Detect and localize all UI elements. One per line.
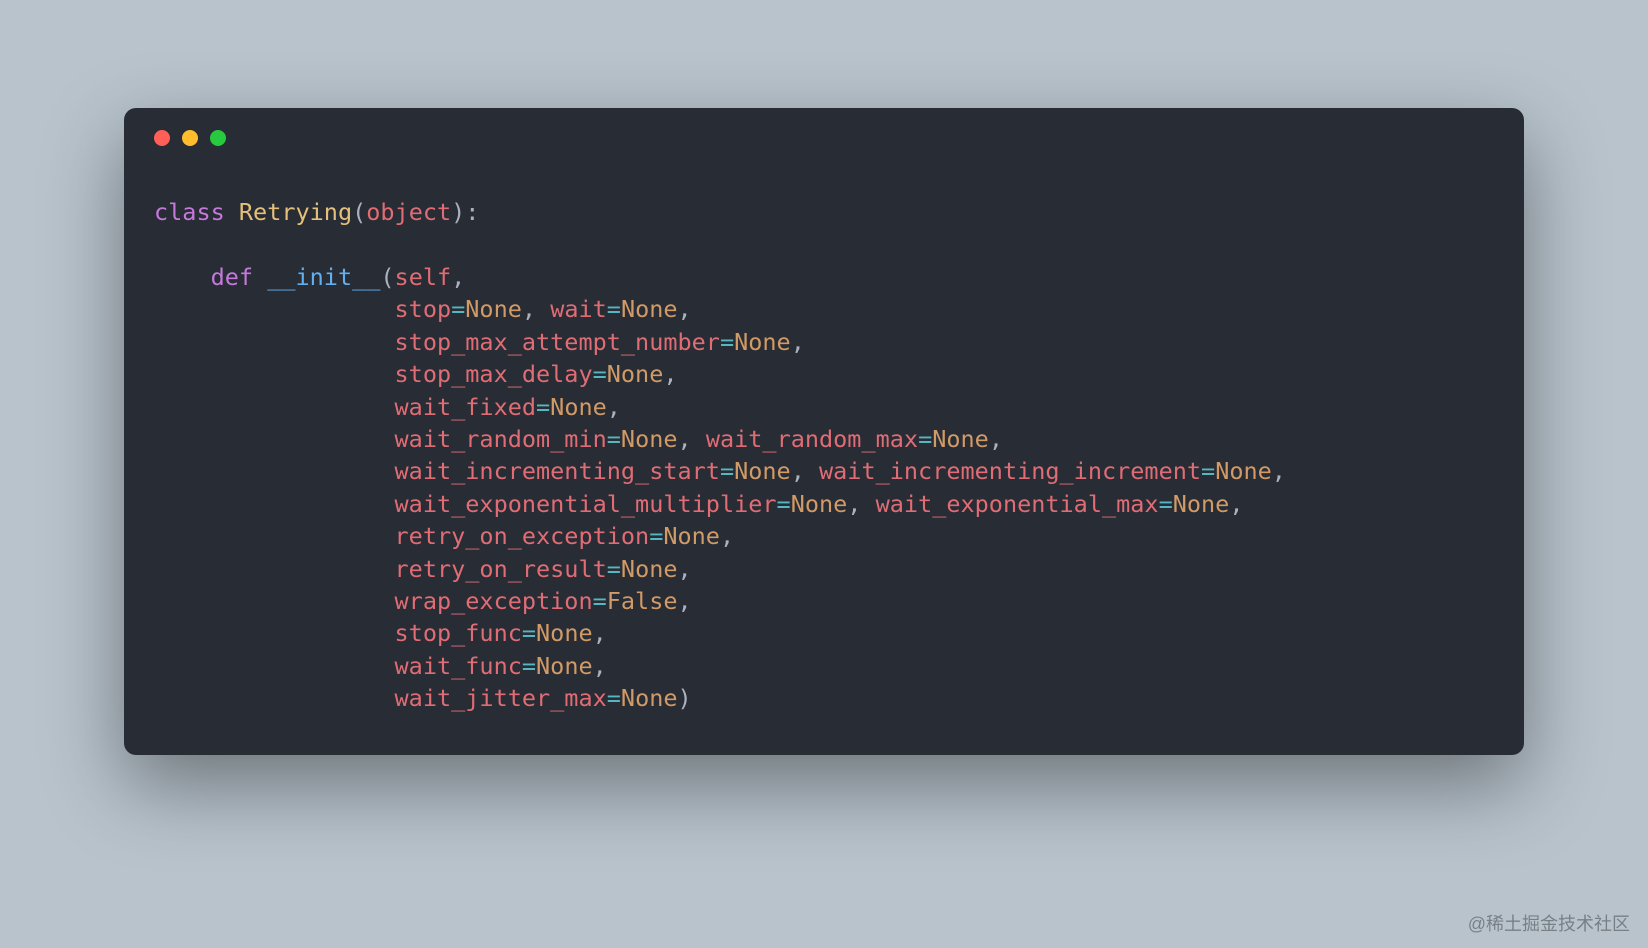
comma: ,	[678, 587, 692, 615]
comma: ,	[663, 360, 677, 388]
comma: ,	[1272, 457, 1286, 485]
comma: ,	[791, 457, 805, 485]
minimize-icon[interactable]	[182, 130, 198, 146]
watermark: @稀土掘金技术社区	[1468, 910, 1630, 936]
eq: =	[522, 619, 536, 647]
class-name: Retrying	[239, 198, 352, 226]
param-retry-on-exception: retry_on_exception	[395, 522, 650, 550]
maximize-icon[interactable]	[210, 130, 226, 146]
param-wait-jitter-max: wait_jitter_max	[395, 684, 607, 712]
eq: =	[593, 360, 607, 388]
comma: ,	[678, 425, 692, 453]
param-wait-fixed: wait_fixed	[395, 393, 536, 421]
close-icon[interactable]	[154, 130, 170, 146]
param-wait: wait	[550, 295, 607, 323]
none-literal: None	[1215, 457, 1272, 485]
comma: ,	[720, 522, 734, 550]
comma: ,	[678, 555, 692, 583]
param-self: self	[395, 263, 452, 291]
eq: =	[536, 393, 550, 421]
eq: =	[777, 490, 791, 518]
paren-close: )	[678, 684, 692, 712]
eq: =	[720, 328, 734, 356]
param-wait-incrementing-increment: wait_incrementing_increment	[819, 457, 1201, 485]
none-literal: None	[621, 295, 678, 323]
param-wait-random-min: wait_random_min	[395, 425, 607, 453]
none-literal: None	[621, 555, 678, 583]
eq: =	[522, 652, 536, 680]
comma: ,	[791, 328, 805, 356]
none-literal: None	[621, 684, 678, 712]
eq: =	[451, 295, 465, 323]
code-block: class Retrying(object): def __init__(sel…	[124, 156, 1524, 715]
eq: =	[649, 522, 663, 550]
none-literal: None	[607, 360, 664, 388]
none-literal: None	[663, 522, 720, 550]
none-literal: None	[791, 490, 848, 518]
none-literal: None	[465, 295, 522, 323]
eq: =	[607, 425, 621, 453]
keyword-class: class	[154, 198, 225, 226]
comma: ,	[593, 652, 607, 680]
base-class: object	[366, 198, 451, 226]
param-retry-on-result: retry_on_result	[395, 555, 607, 583]
comma: ,	[1229, 490, 1243, 518]
param-wait-exponential-max: wait_exponential_max	[876, 490, 1159, 518]
eq: =	[607, 295, 621, 323]
none-literal: None	[536, 619, 593, 647]
eq: =	[720, 457, 734, 485]
false-literal: False	[607, 587, 678, 615]
window-titlebar	[124, 108, 1524, 156]
param-stop-max-attempt-number: stop_max_attempt_number	[395, 328, 720, 356]
paren-open: (	[352, 198, 366, 226]
param-wait-random-max: wait_random_max	[706, 425, 918, 453]
comma: ,	[989, 425, 1003, 453]
none-literal: None	[932, 425, 989, 453]
param-wrap-exception: wrap_exception	[395, 587, 593, 615]
param-wait-func: wait_func	[395, 652, 522, 680]
eq: =	[918, 425, 932, 453]
none-literal: None	[621, 425, 678, 453]
function-name: __init__	[267, 263, 380, 291]
param-wait-incrementing-start: wait_incrementing_start	[395, 457, 720, 485]
comma: ,	[678, 295, 692, 323]
param-stop-func: stop_func	[395, 619, 522, 647]
keyword-def: def	[211, 263, 253, 291]
code-window: class Retrying(object): def __init__(sel…	[124, 108, 1524, 755]
param-wait-exponential-multiplier: wait_exponential_multiplier	[395, 490, 777, 518]
paren-close-colon: ):	[451, 198, 479, 226]
comma: ,	[847, 490, 861, 518]
none-literal: None	[734, 457, 791, 485]
param-stop-max-delay: stop_max_delay	[395, 360, 593, 388]
eq: =	[593, 587, 607, 615]
none-literal: None	[1173, 490, 1230, 518]
none-literal: None	[550, 393, 607, 421]
paren-open: (	[380, 263, 394, 291]
eq: =	[1201, 457, 1215, 485]
comma: ,	[593, 619, 607, 647]
none-literal: None	[734, 328, 791, 356]
eq: =	[607, 684, 621, 712]
param-stop: stop	[395, 295, 452, 323]
eq: =	[607, 555, 621, 583]
comma: ,	[522, 295, 536, 323]
eq: =	[1159, 490, 1173, 518]
comma: ,	[607, 393, 621, 421]
none-literal: None	[536, 652, 593, 680]
comma: ,	[451, 263, 465, 291]
